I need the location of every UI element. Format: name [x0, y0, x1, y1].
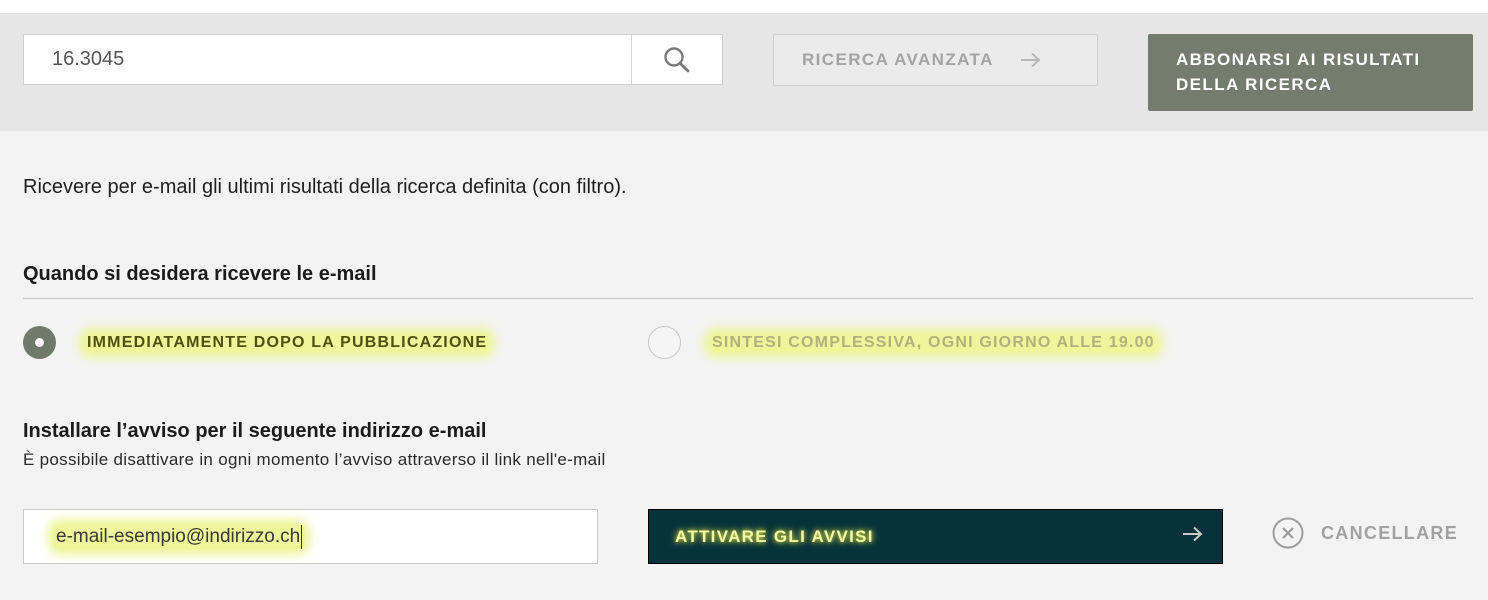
email-section-title: Installare l’avviso per il seguente indi… — [23, 420, 487, 442]
search-icon — [664, 46, 690, 72]
arrow-right-icon — [1020, 52, 1042, 68]
text-caret — [301, 524, 303, 549]
activate-alerts-label: ATTIVARE GLI AVVISI — [675, 526, 874, 546]
email-field[interactable]: e-mail-esempio@indirizzo.ch — [23, 509, 598, 564]
cancel-button[interactable]: CANCELLARE — [1272, 517, 1458, 549]
radio-label-daily-summary: SINTESI COMPLESSIVA, OGNI GIORNO ALLE 19… — [710, 333, 1157, 352]
activate-alerts-button[interactable]: ATTIVARE GLI AVVISI — [648, 509, 1223, 564]
radio-label-immediate: IMMEDIATAMENTE DOPO LA PUBBLICAZIONE — [85, 333, 490, 352]
radio-option-immediate[interactable]: IMMEDIATAMENTE DOPO LA PUBBLICAZIONE — [23, 326, 490, 359]
email-value: e-mail-esempio@indirizzo.ch — [54, 524, 305, 549]
email-text: e-mail-esempio@indirizzo.ch — [56, 525, 301, 547]
close-circle-icon — [1272, 517, 1304, 549]
frequency-title: Quando si desidera ricevere le e-mail — [23, 263, 377, 285]
advanced-search-button[interactable]: RICERCA AVANZATA — [773, 34, 1098, 86]
radio-dot — [35, 338, 44, 347]
search-button[interactable] — [631, 35, 722, 84]
cancel-label: CANCELLARE — [1321, 522, 1458, 543]
subscribe-label-line2: DELLA RICERCA — [1176, 75, 1333, 94]
search-box — [23, 34, 723, 85]
subscribe-label-line1: ABBONARSI AI RISULTATI — [1176, 50, 1421, 69]
divider — [23, 298, 1473, 299]
radio-button-unchecked[interactable] — [648, 326, 681, 359]
radio-option-daily-summary[interactable]: SINTESI COMPLESSIVA, OGNI GIORNO ALLE 19… — [648, 326, 1157, 359]
email-section-subtitle: È possibile disattivare in ogni momento … — [23, 450, 606, 469]
subscribe-results-button[interactable]: ABBONARSI AI RISULTATI DELLA RICERCA — [1148, 34, 1473, 111]
top-strip — [0, 0, 1488, 13]
arrow-right-icon — [1182, 526, 1204, 547]
radio-button-checked[interactable] — [23, 326, 56, 359]
advanced-search-label: RICERCA AVANZATA — [802, 50, 994, 69]
search-bar: RICERCA AVANZATA ABBONARSI AI RISULTATI … — [0, 13, 1488, 131]
intro-text: Ricevere per e-mail gli ultimi risultati… — [23, 176, 627, 198]
search-input[interactable] — [24, 35, 631, 84]
